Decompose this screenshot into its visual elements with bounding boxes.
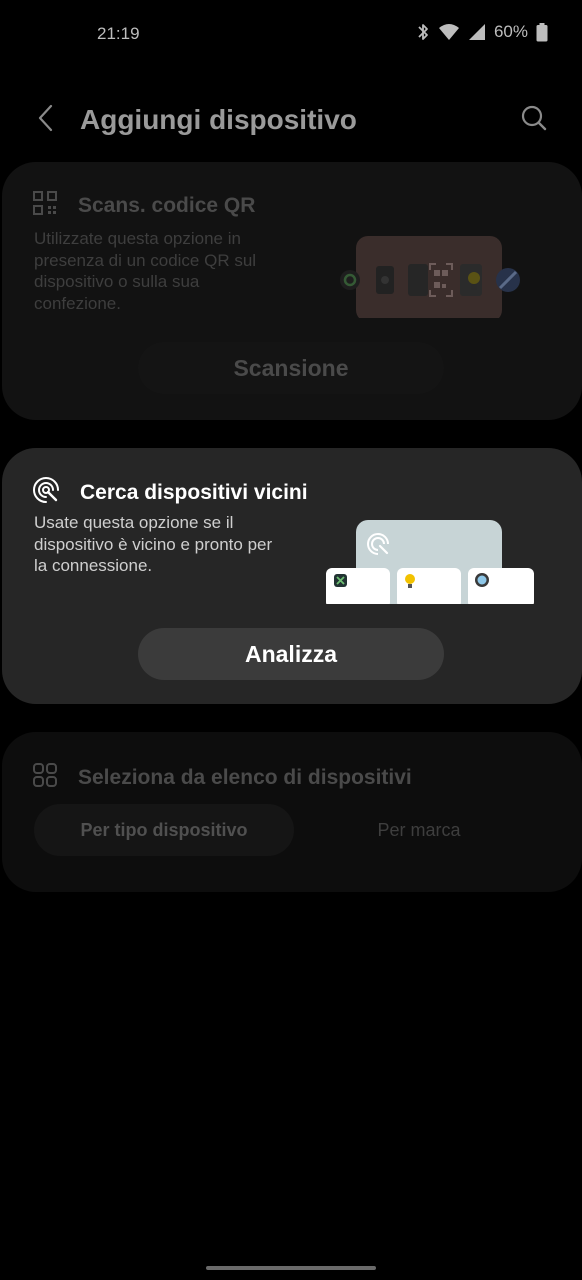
home-indicator[interactable] (206, 1266, 376, 1270)
list-card-header: Seleziona da elenco di dispositivi (32, 762, 412, 793)
nearby-scan-icon (32, 476, 60, 509)
status-time: 21:19 (97, 24, 140, 43)
back-button[interactable] (28, 100, 62, 140)
grid-icon (32, 762, 58, 793)
nearby-devices-card: Cerca dispositivi vicini Usate questa op… (2, 448, 582, 704)
tab-device-type[interactable]: Per tipo dispositivo (34, 804, 294, 856)
scan-qr-button[interactable]: Scansione (138, 342, 444, 394)
tab-brand[interactable]: Per marca (304, 804, 534, 856)
bluetooth-icon (416, 22, 430, 42)
list-tabs: Per tipo dispositivo Per marca (34, 804, 554, 856)
nearby-illustration (324, 518, 536, 610)
qr-scan-card: Scans. codice QR Utilizzate questa opzio… (2, 162, 582, 420)
app-bar: Aggiungi dispositivo (0, 92, 582, 148)
page-title: Aggiungi dispositivo (80, 104, 357, 135)
qr-card-header: Scans. codice QR (32, 190, 255, 221)
wifi-icon (438, 23, 460, 41)
analyze-button[interactable]: Analizza (138, 628, 444, 680)
qr-card-description: Utilizzate questa opzione in presenza di… (34, 229, 257, 313)
device-list-card: Seleziona da elenco di dispositivi Per t… (2, 732, 582, 892)
nearby-card-title: Cerca dispositivi vicini (80, 480, 308, 504)
qr-illustration (332, 234, 532, 322)
chevron-left-icon (36, 104, 54, 137)
battery-icon (536, 22, 548, 42)
status-bar: 21:19 60% (0, 0, 582, 66)
search-button[interactable] (514, 100, 554, 140)
signal-icon (468, 23, 486, 41)
qr-card-title: Scans. codice QR (78, 193, 256, 217)
status-icons: 60% (416, 22, 548, 42)
search-icon (520, 104, 548, 137)
nearby-card-description: Usate questa opzione se il dispositivo è… (34, 513, 273, 575)
nearby-card-header: Cerca dispositivi vicini (32, 476, 308, 509)
qr-code-icon (32, 190, 58, 221)
list-card-title: Seleziona da elenco di dispositivi (78, 765, 412, 789)
battery-percent: 60% (493, 22, 528, 41)
